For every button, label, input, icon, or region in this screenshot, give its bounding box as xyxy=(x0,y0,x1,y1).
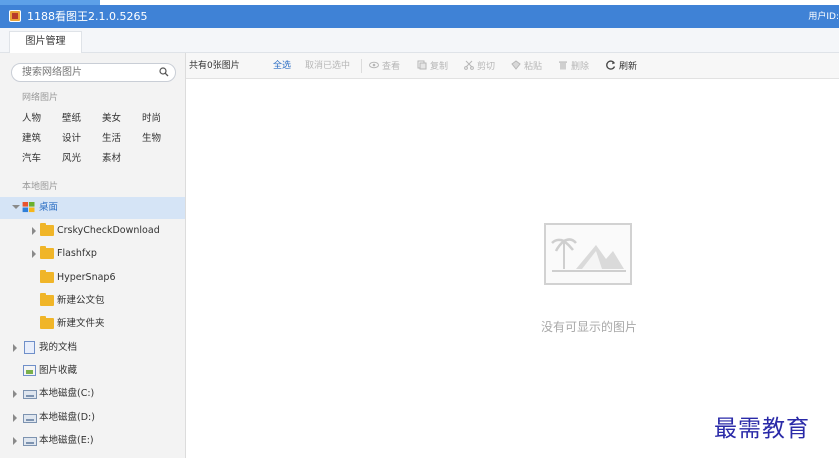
search-input[interactable] xyxy=(22,65,157,80)
folder-icon xyxy=(40,316,54,329)
picture-placeholder-icon xyxy=(551,238,626,272)
expand-arrow-icon[interactable] xyxy=(32,227,36,235)
folder-icon xyxy=(40,293,54,306)
expand-arrow-icon[interactable] xyxy=(13,437,17,445)
drive-icon xyxy=(23,390,37,399)
tree-item-label: 本地磁盘(C:) xyxy=(39,388,95,399)
copy-label: 复制 xyxy=(430,62,449,72)
drive-icon xyxy=(23,437,37,446)
tree-item-label: 新建文件夹 xyxy=(57,318,105,329)
desktop-icon xyxy=(22,202,35,213)
tree-item-hypersnap6[interactable]: HyperSnap6 xyxy=(0,267,185,289)
category-creatures[interactable]: 生物 xyxy=(142,130,161,144)
tree-item-label: CrskyCheckDownload xyxy=(57,225,160,236)
tree-item-drive-d[interactable]: 本地磁盘(D:) xyxy=(0,407,185,429)
cut-button[interactable]: 剪切 xyxy=(464,60,495,73)
window-title: 1188看图王2.1.0.5265 xyxy=(27,10,148,23)
expand-arrow-icon[interactable] xyxy=(13,344,17,352)
folder-icon xyxy=(40,246,54,259)
deselect-button[interactable]: 取消已选中 xyxy=(305,60,350,72)
search-icon[interactable] xyxy=(159,67,169,77)
empty-picture-icon xyxy=(544,223,632,285)
tree-item-label: 本地磁盘(D:) xyxy=(39,412,95,423)
category-material[interactable]: 素材 xyxy=(102,150,121,164)
drive-icon xyxy=(23,414,37,423)
refresh-icon xyxy=(606,60,616,70)
network-images-label: 网络图片 xyxy=(22,93,59,103)
tree-item-label: 本地磁盘(E:) xyxy=(39,435,94,446)
folder-icon xyxy=(40,223,54,236)
paste-button[interactable]: 粘贴 xyxy=(511,60,542,73)
tree-item-label: Flashfxp xyxy=(57,248,97,259)
paste-icon xyxy=(511,60,521,70)
cut-label: 剪切 xyxy=(477,62,496,72)
toolbar-divider xyxy=(361,59,362,73)
tree-item-new-briefcase[interactable]: 新建公文包 xyxy=(0,290,185,312)
folder-icon xyxy=(40,270,54,283)
tree-item-my-documents[interactable]: 我的文档 xyxy=(0,337,185,359)
delete-button[interactable]: 删除 xyxy=(558,60,589,73)
category-cars[interactable]: 汽车 xyxy=(22,150,41,164)
image-icon xyxy=(23,365,36,376)
tree-item-drive-e[interactable]: 本地磁盘(E:) xyxy=(0,430,185,452)
delete-label: 删除 xyxy=(571,62,590,72)
sidebar: 网络图片 人物 壁纸 美女 时尚 建筑 设计 生活 生物 汽车 风光 素材 本地… xyxy=(0,53,186,458)
paste-label: 粘贴 xyxy=(524,62,543,72)
tree-item-crskycheckdownload[interactable]: CrskyCheckDownload xyxy=(0,220,185,242)
category-design[interactable]: 设计 xyxy=(62,130,81,144)
image-count: 共有0张图片 xyxy=(189,61,240,71)
category-fashion[interactable]: 时尚 xyxy=(142,110,161,124)
tree-item-new-folder[interactable]: 新建文件夹 xyxy=(0,313,185,335)
tree-item-label: 图片收藏 xyxy=(39,365,78,376)
category-people[interactable]: 人物 xyxy=(22,110,41,124)
category-life[interactable]: 生活 xyxy=(102,130,121,144)
tree-item-label: 我的文档 xyxy=(39,342,78,353)
search-box[interactable] xyxy=(11,63,176,82)
document-icon xyxy=(24,341,35,354)
expand-arrow-icon[interactable] xyxy=(32,250,36,258)
expand-arrow-icon[interactable] xyxy=(13,414,17,422)
collapse-arrow-icon[interactable] xyxy=(12,205,20,209)
category-scenery[interactable]: 风光 xyxy=(62,150,81,164)
copy-icon xyxy=(417,60,427,70)
tab-bar: 图片管理 xyxy=(0,28,839,53)
title-bar: 1188看图王2.1.0.5265 用户ID: xyxy=(0,5,839,28)
tree-item-label: HyperSnap6 xyxy=(57,272,116,283)
select-all-button[interactable]: 全选 xyxy=(273,60,291,72)
tree-item-desktop[interactable]: 桌面 xyxy=(0,197,185,219)
view-button[interactable]: 查看 xyxy=(369,60,400,73)
expand-arrow-icon[interactable] xyxy=(13,390,17,398)
watermark-text: 最需教育 xyxy=(714,416,810,442)
scissors-icon xyxy=(464,60,474,70)
toolbar: 共有0张图片 全选 取消已选中 查看 复制 剪切 粘贴 删除 刷新 xyxy=(186,53,839,79)
local-images-label: 本地图片 xyxy=(22,182,59,192)
tree-item-drive-c[interactable]: 本地磁盘(C:) xyxy=(0,383,185,405)
tree-item-image-favorites[interactable]: 图片收藏 xyxy=(0,360,185,382)
category-wallpaper[interactable]: 壁纸 xyxy=(62,110,81,124)
image-content-area[interactable]: 没有可显示的图片 xyxy=(186,79,839,458)
tree-item-label: 桌面 xyxy=(39,202,59,213)
empty-state-message: 没有可显示的图片 xyxy=(540,320,637,334)
copy-button[interactable]: 复制 xyxy=(417,60,448,73)
trash-icon xyxy=(559,61,567,70)
refresh-label: 刷新 xyxy=(619,62,638,72)
tree-item-flashfxp[interactable]: Flashfxp xyxy=(0,243,185,265)
eye-icon xyxy=(369,61,379,69)
category-architecture[interactable]: 建筑 xyxy=(22,130,41,144)
view-label: 查看 xyxy=(382,62,401,72)
tree-item-label: 新建公文包 xyxy=(57,295,105,306)
user-id-label[interactable]: 用户ID: xyxy=(808,11,839,23)
refresh-button[interactable]: 刷新 xyxy=(606,60,637,73)
category-beauty[interactable]: 美女 xyxy=(102,110,121,124)
app-logo-icon xyxy=(9,10,21,22)
tab-image-management[interactable]: 图片管理 xyxy=(9,31,82,53)
